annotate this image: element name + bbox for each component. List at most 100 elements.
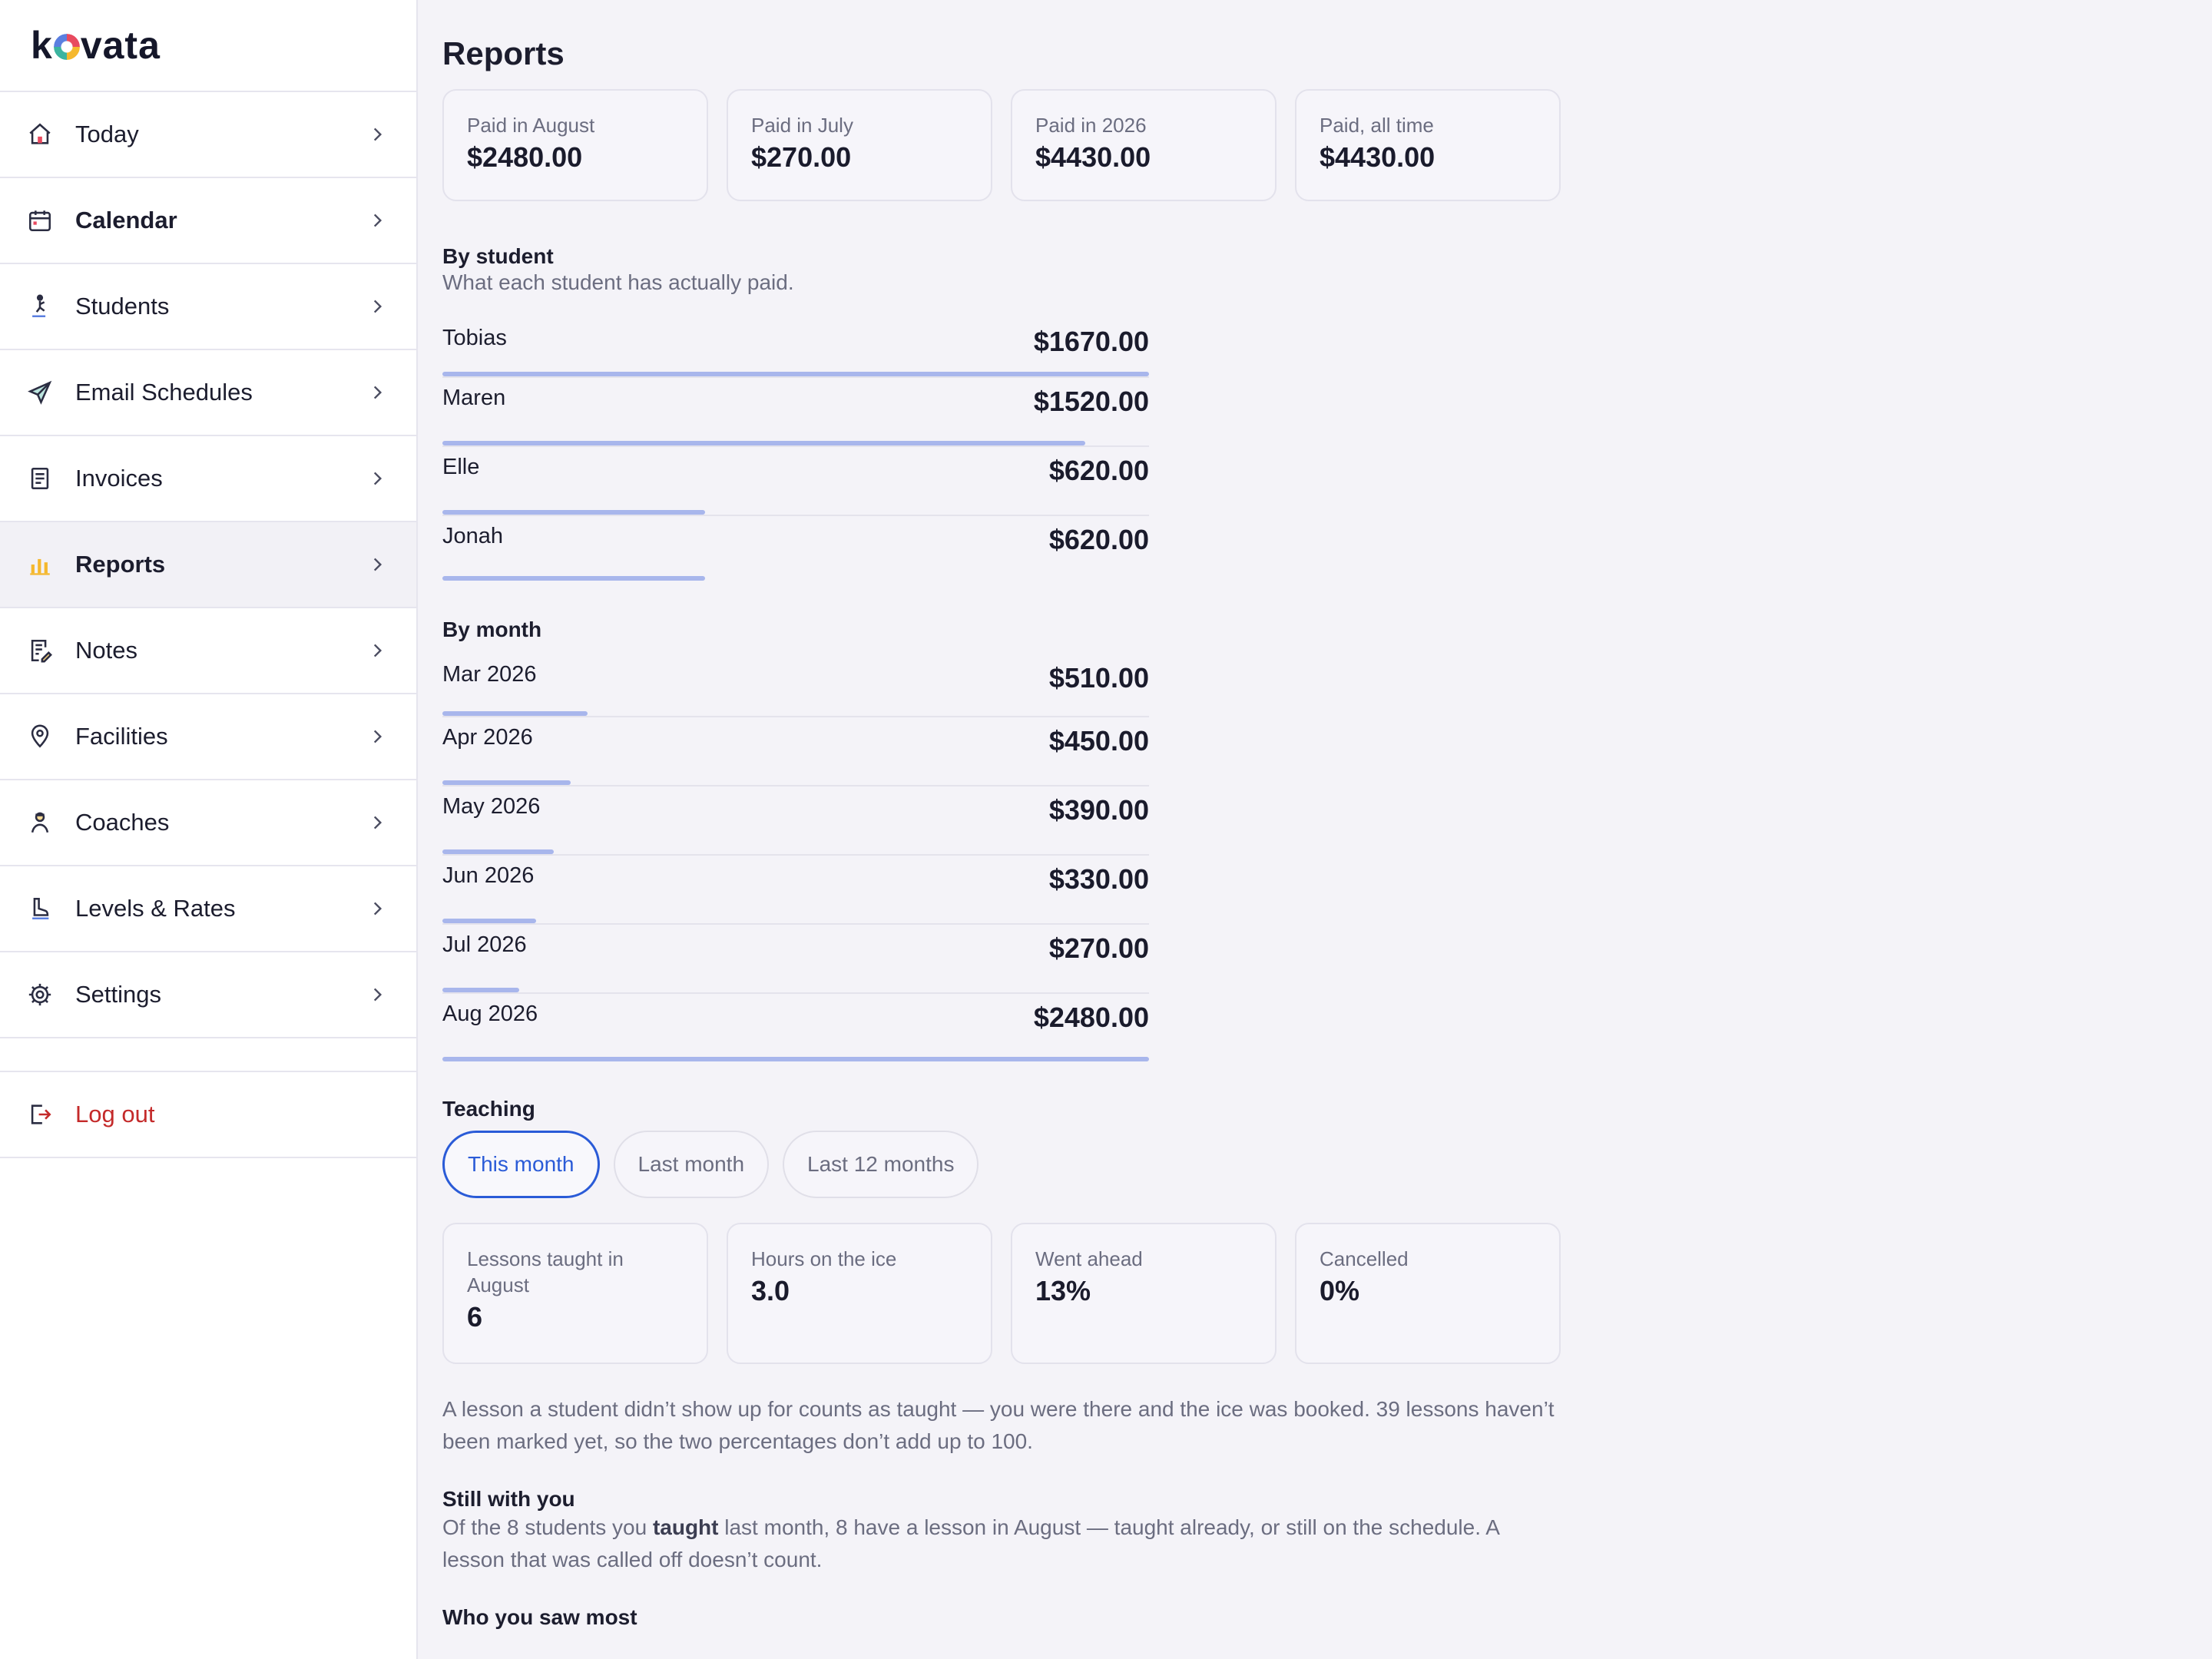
calendar-icon — [25, 205, 55, 236]
month-bar — [442, 711, 588, 716]
teaching-stats: Lessons taught in August 6 Hours on the … — [442, 1223, 1564, 1364]
month-row: Jun 2026 $330.00 — [442, 856, 1149, 925]
summary-card-paid-august: Paid in August $2480.00 — [442, 89, 708, 201]
student-row: Elle $620.00 — [442, 447, 1149, 516]
sidebar-item-label: Settings — [75, 981, 162, 1008]
month-amount: $330.00 — [1048, 863, 1149, 895]
student-name: Tobias — [442, 326, 507, 350]
teaching-period-tabs: This month Last month Last 12 months — [442, 1131, 1564, 1198]
stat-value: 0% — [1320, 1275, 1360, 1306]
kovata-logo[interactable]: k vata — [0, 0, 416, 92]
sidebar-item-levels-rates[interactable]: Levels & Rates — [0, 866, 416, 952]
stat-cancelled: Cancelled 0% — [1295, 1223, 1561, 1364]
month-name: Jun 2026 — [442, 863, 535, 888]
summary-value: $4430.00 — [1035, 141, 1151, 173]
sidebar-item-label: Today — [75, 121, 139, 147]
stat-lessons-taught: Lessons taught in August 6 — [442, 1223, 708, 1364]
student-amount: $620.00 — [1048, 524, 1149, 555]
month-bar — [442, 1057, 1149, 1061]
month-name: Mar 2026 — [442, 662, 537, 687]
sidebar-item-label: Students — [75, 293, 170, 320]
month-amount: $2480.00 — [1033, 1002, 1149, 1033]
month-row: Mar 2026 $510.00 — [442, 654, 1149, 717]
month-name: May 2026 — [442, 794, 541, 819]
sidebar-item-reports[interactable]: Reports — [0, 522, 416, 608]
student-bar — [442, 441, 1085, 445]
chevron-right-icon — [373, 386, 382, 399]
logo-text-start: k — [31, 24, 53, 67]
by-student-section: By student What each student has actuall… — [442, 244, 1564, 581]
section-title: Still with you — [442, 1487, 575, 1511]
summary-value: $270.00 — [751, 141, 852, 173]
sidebar-item-coaches[interactable]: Coaches — [0, 780, 416, 866]
sidebar-item-label: Email Schedules — [75, 379, 253, 406]
summary-value: $4430.00 — [1320, 141, 1435, 173]
section-title: By student — [442, 244, 554, 268]
month-amount: $270.00 — [1048, 932, 1149, 964]
section-title: By month — [442, 618, 542, 641]
student-row: Jonah $620.00 — [442, 516, 1149, 581]
stat-label: Lessons taught in August — [467, 1247, 624, 1296]
summary-value: $2480.00 — [467, 141, 583, 173]
skate-boot-icon — [25, 893, 55, 924]
by-month-section: By month Mar 2026 $510.00 Apr 2026 $450.00 M… — [442, 618, 1564, 1061]
sidebar-item-calendar[interactable]: Calendar — [0, 178, 416, 264]
chevron-right-icon — [373, 816, 382, 830]
student-bar — [442, 576, 705, 581]
invoice-icon — [25, 463, 55, 494]
skater-icon — [25, 291, 55, 322]
student-amount: $620.00 — [1048, 455, 1149, 486]
sidebar-item-label: Notes — [75, 637, 137, 664]
sidebar-item-settings[interactable]: Settings — [0, 952, 416, 1038]
sidebar: k vata Today Calendar Students Email Sche… — [0, 0, 418, 1659]
still-with-you-section: Still with you Of the 8 students you tau… — [442, 1487, 1564, 1576]
notes-icon — [25, 635, 55, 666]
sidebar-item-facilities[interactable]: Facilities — [0, 694, 416, 780]
month-name: Apr 2026 — [442, 725, 533, 750]
month-bar — [442, 988, 519, 992]
month-row: Jul 2026 $270.00 — [442, 925, 1149, 994]
stat-label: Hours on the ice — [751, 1247, 897, 1270]
sidebar-item-students[interactable]: Students — [0, 264, 416, 350]
chevron-right-icon — [373, 214, 382, 227]
logo-ring-icon — [53, 34, 80, 60]
sidebar-item-label: Reports — [75, 551, 166, 578]
payment-summary: Paid in August $2480.00 Paid in July $27… — [442, 89, 1564, 201]
chevron-right-icon — [373, 558, 382, 571]
month-amount: $510.00 — [1048, 662, 1149, 694]
sidebar-item-today[interactable]: Today — [0, 92, 416, 178]
teaching-note: A lesson a student didn’t show up for co… — [442, 1397, 1555, 1453]
month-row: May 2026 $390.00 — [442, 786, 1149, 856]
stat-label: Went ahead — [1035, 1247, 1143, 1270]
student-amount: $1670.00 — [1033, 326, 1149, 357]
chevron-right-icon — [373, 902, 382, 916]
student-name: Maren — [442, 386, 506, 410]
month-amount: $390.00 — [1048, 794, 1149, 826]
chevron-right-icon — [373, 644, 382, 657]
student-name: Jonah — [442, 524, 504, 548]
text-part: Of the 8 students you — [442, 1515, 653, 1539]
sidebar-item-notes[interactable]: Notes — [0, 608, 416, 694]
tab-last-12-months[interactable]: Last 12 months — [783, 1131, 979, 1198]
month-name: Jul 2026 — [442, 932, 527, 957]
tab-this-month[interactable]: This month — [442, 1131, 600, 1198]
month-payment-list: Mar 2026 $510.00 Apr 2026 $450.00 May 2026 $3… — [442, 654, 1149, 1061]
section-title: Teaching — [442, 1097, 535, 1121]
logout-icon — [25, 1099, 55, 1130]
summary-card-paid-all-time: Paid, all time $4430.00 — [1295, 89, 1561, 201]
stat-went-ahead: Went ahead 13% — [1011, 1223, 1277, 1364]
student-payment-list: Tobias $1670.00 Maren $1520.00 Elle $620.00 Jo… — [442, 318, 1149, 581]
sidebar-item-email-schedules[interactable]: Email Schedules — [0, 350, 416, 436]
month-bar — [442, 780, 571, 785]
summary-label: Paid, all time — [1320, 114, 1434, 137]
home-icon — [25, 119, 55, 150]
stat-value: 6 — [467, 1301, 483, 1333]
who-you-saw-most-section: Who you saw most — [442, 1605, 1564, 1630]
sidebar-item-invoices[interactable]: Invoices — [0, 436, 416, 522]
paper-plane-icon — [25, 377, 55, 408]
chevron-right-icon — [373, 472, 382, 485]
student-name: Elle — [442, 455, 480, 479]
logout-button[interactable]: Log out — [0, 1072, 416, 1158]
stat-value: 13% — [1035, 1275, 1091, 1306]
tab-last-month[interactable]: Last month — [613, 1131, 770, 1198]
